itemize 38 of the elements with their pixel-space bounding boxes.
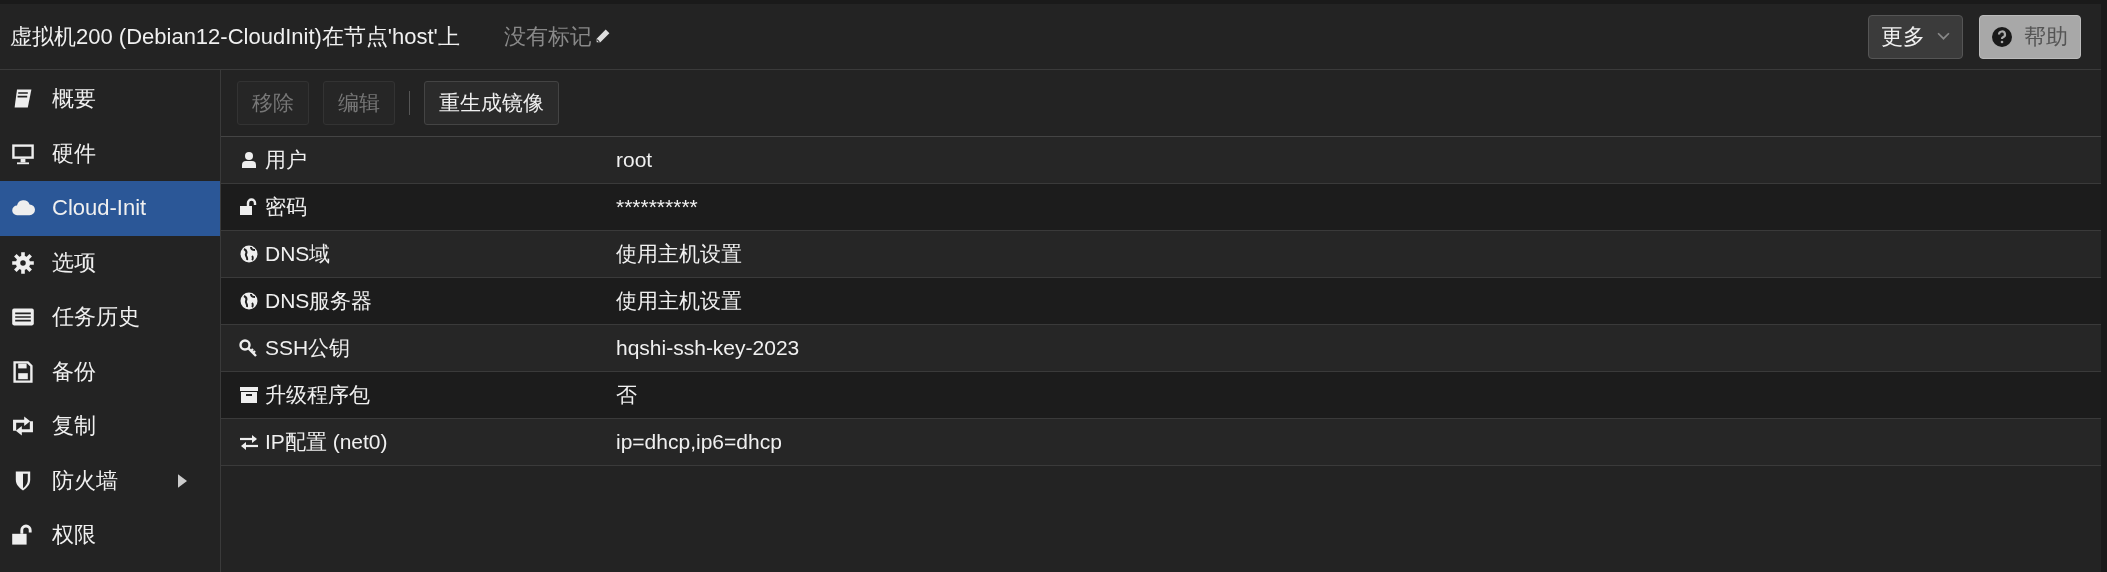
table-cell-text: 使用主机设置	[616, 288, 742, 314]
table-cell: **********	[616, 195, 698, 219]
gear-icon	[10, 250, 36, 275]
toolbar-button[interactable]: 重生成镜像	[424, 81, 559, 125]
table-cell-text: IP配置 (net0)	[265, 429, 388, 455]
page-title: 虚拟机200 (Debian12-CloudInit)在节点'host'上	[10, 22, 460, 51]
tags-label: 没有标记	[503, 22, 592, 51]
exchange-arrows-icon	[239, 432, 259, 452]
globe-icon	[239, 244, 259, 264]
archive-box-icon	[239, 385, 259, 405]
sidebar-item[interactable]: 任务历史	[0, 290, 220, 345]
table-cell: hqshi-ssh-key-2023	[616, 336, 800, 360]
table-cell: ip=dhcp,ip6=dhcp	[616, 430, 782, 454]
sidebar-item[interactable]: 权限	[0, 508, 220, 563]
unlocked-padlock-icon	[239, 197, 259, 217]
sidebar-item[interactable]: Cloud-Init	[0, 181, 220, 236]
globe-icon	[239, 291, 259, 311]
sidebar-item[interactable]: 复制	[0, 399, 220, 454]
more-button[interactable]: 更多	[1868, 14, 1963, 59]
table-cell-text: DNS服务器	[265, 288, 373, 314]
table-cell: root	[616, 148, 653, 172]
monitor-icon	[10, 141, 36, 166]
sidebar-item[interactable]: 概要	[0, 72, 220, 127]
sidebar-item[interactable]: 硬件	[0, 126, 220, 181]
key-icon	[239, 338, 259, 358]
table-cell-text: 升级程序包	[265, 382, 370, 408]
question-icon	[1992, 26, 2012, 47]
table-cell-text: 用户	[265, 147, 307, 173]
chevron-down-icon	[1937, 32, 1950, 41]
user-icon	[239, 150, 259, 170]
table-cell-text: 使用主机设置	[616, 241, 742, 267]
sidebar-item[interactable]: 防火墙	[0, 453, 220, 508]
sidebar-item[interactable]: 备份	[0, 344, 220, 399]
table-cell-text: 密码	[265, 194, 307, 220]
sidebar-item[interactable]: 选项	[0, 235, 220, 290]
table-cell-text: SSH公钥	[265, 335, 351, 361]
table-cell-text: DNS域	[265, 241, 331, 267]
table-cell-text: 否	[616, 382, 637, 408]
